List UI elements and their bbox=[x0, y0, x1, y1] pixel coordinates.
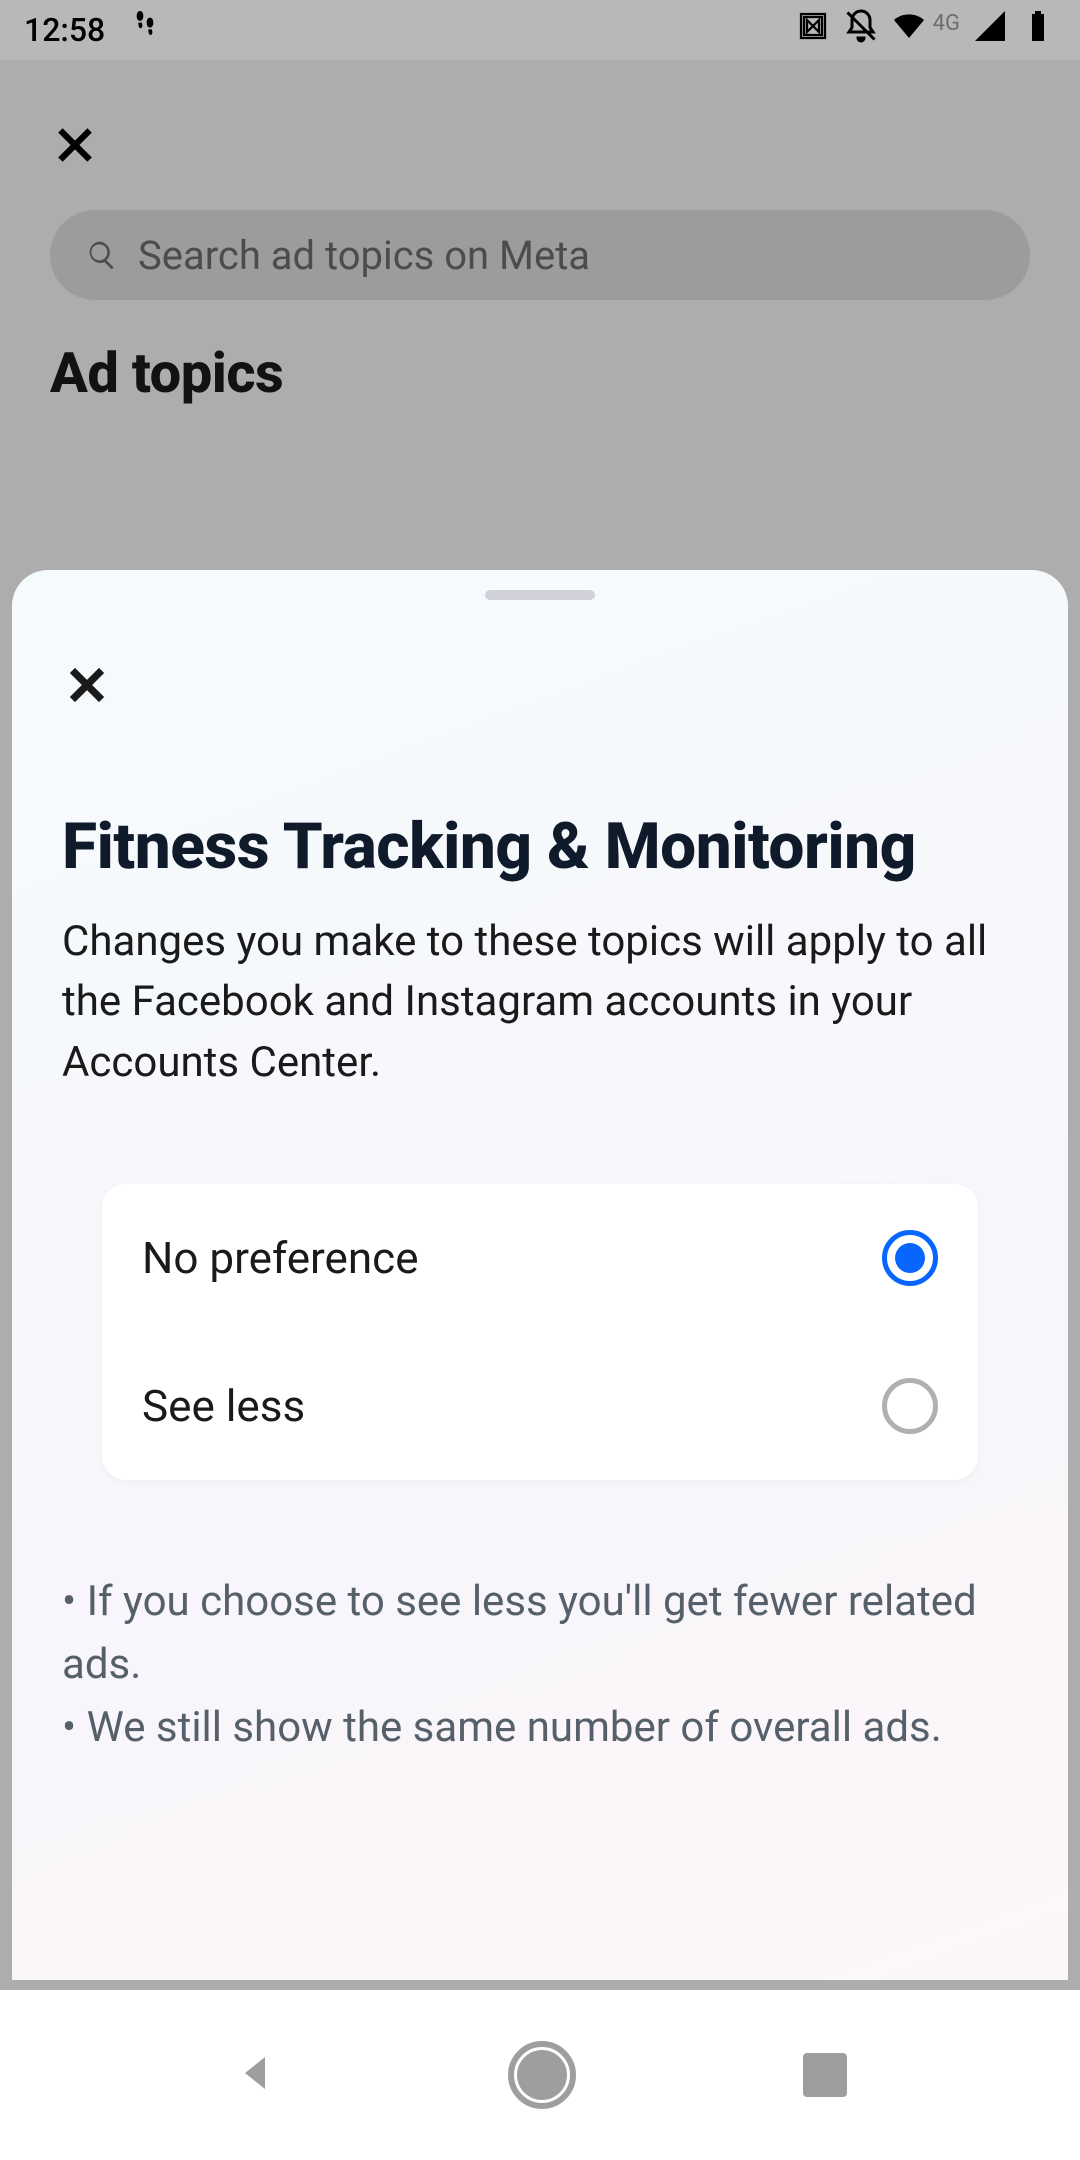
sheet-description: Changes you make to these topics will ap… bbox=[62, 912, 1018, 1095]
radio-selected-icon bbox=[882, 1230, 938, 1286]
sheet-title: Fitness Tracking & Monitoring bbox=[62, 810, 1018, 884]
note-line: • If you choose to see less you'll get f… bbox=[62, 1570, 1018, 1696]
nav-back-button[interactable] bbox=[233, 2049, 281, 2101]
option-label: See less bbox=[142, 1380, 305, 1432]
option-label: No preference bbox=[142, 1232, 419, 1284]
option-no-preference[interactable]: No preference bbox=[102, 1184, 978, 1332]
sheet-close-button[interactable] bbox=[62, 660, 112, 710]
drag-handle[interactable] bbox=[485, 590, 595, 600]
close-icon bbox=[62, 660, 112, 710]
nav-home-button[interactable] bbox=[508, 2041, 576, 2109]
radio-unselected-icon bbox=[882, 1378, 938, 1434]
triangle-back-icon bbox=[233, 2049, 281, 2097]
circle-icon bbox=[517, 2050, 567, 2100]
navigation-bar bbox=[0, 1990, 1080, 2160]
bottom-sheet: Fitness Tracking & Monitoring Changes yo… bbox=[12, 570, 1068, 1980]
notes-section: • If you choose to see less you'll get f… bbox=[62, 1570, 1018, 1759]
preference-options: No preference See less bbox=[102, 1184, 978, 1480]
nav-recent-button[interactable] bbox=[803, 2053, 847, 2097]
note-line: • We still show the same number of overa… bbox=[62, 1696, 1018, 1759]
option-see-less[interactable]: See less bbox=[102, 1332, 978, 1480]
